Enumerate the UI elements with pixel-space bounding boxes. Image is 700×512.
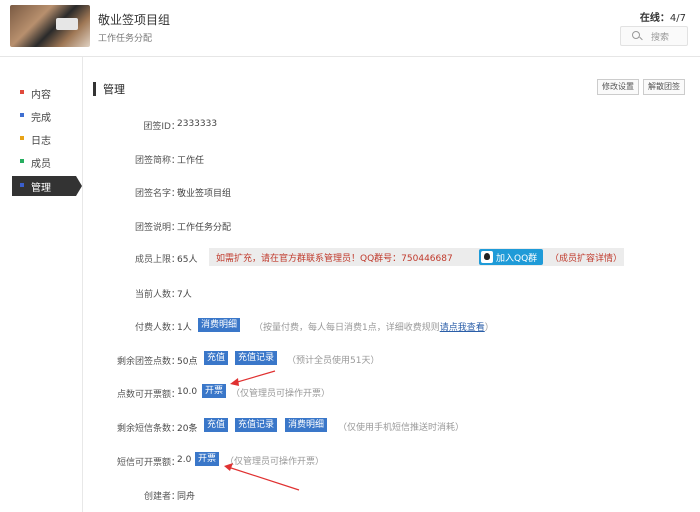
sidebar-item-label: 日志 (31, 136, 51, 147)
online-value: 4/7 (669, 13, 686, 24)
sidebar-item-label: 管理 (31, 183, 51, 194)
sidebar-item-label: 成员 (31, 159, 51, 170)
group-avatar[interactable] (10, 5, 90, 47)
search-icon (632, 31, 640, 39)
header: 敬业签项目组 工作任务分配 在线：4/7 搜索 (0, 0, 700, 57)
annotation-arrow-points (230, 370, 276, 386)
online-label: 在线： (639, 13, 670, 24)
sidebar: 内容 完成 日志 成员 管理 (0, 57, 83, 512)
green-dot-icon (20, 159, 24, 163)
sidebar-item-log[interactable]: 日志 (12, 129, 76, 149)
sidebar-item-members[interactable]: 成员 (12, 152, 76, 172)
online-count: 在线：4/7 (640, 9, 686, 24)
sidebar-item-manage[interactable]: 管理 (12, 176, 82, 196)
orange-dot-icon (20, 136, 24, 140)
red-dot-icon (20, 90, 24, 94)
main-panel: 管理 修改设置 解散团签 团签ID： 2333333 团签简称： 工作任 团签名… (83, 57, 700, 512)
annotation-arrows (224, 370, 300, 491)
search-input[interactable]: 搜索 (620, 26, 688, 46)
sidebar-item-done[interactable]: 完成 (12, 106, 76, 126)
sidebar-item-label: 完成 (31, 113, 51, 124)
annotation-arrow-sms (224, 463, 300, 491)
sidebar-item-label: 内容 (31, 90, 51, 101)
sidebar-item-content[interactable]: 内容 (12, 83, 76, 103)
group-name: 敬业签项目组 (98, 13, 171, 27)
search-placeholder: 搜索 (651, 33, 670, 43)
group-description: 工作任务分配 (98, 34, 153, 44)
blue-dot-icon (20, 113, 24, 117)
blue-dot-icon (20, 183, 24, 187)
